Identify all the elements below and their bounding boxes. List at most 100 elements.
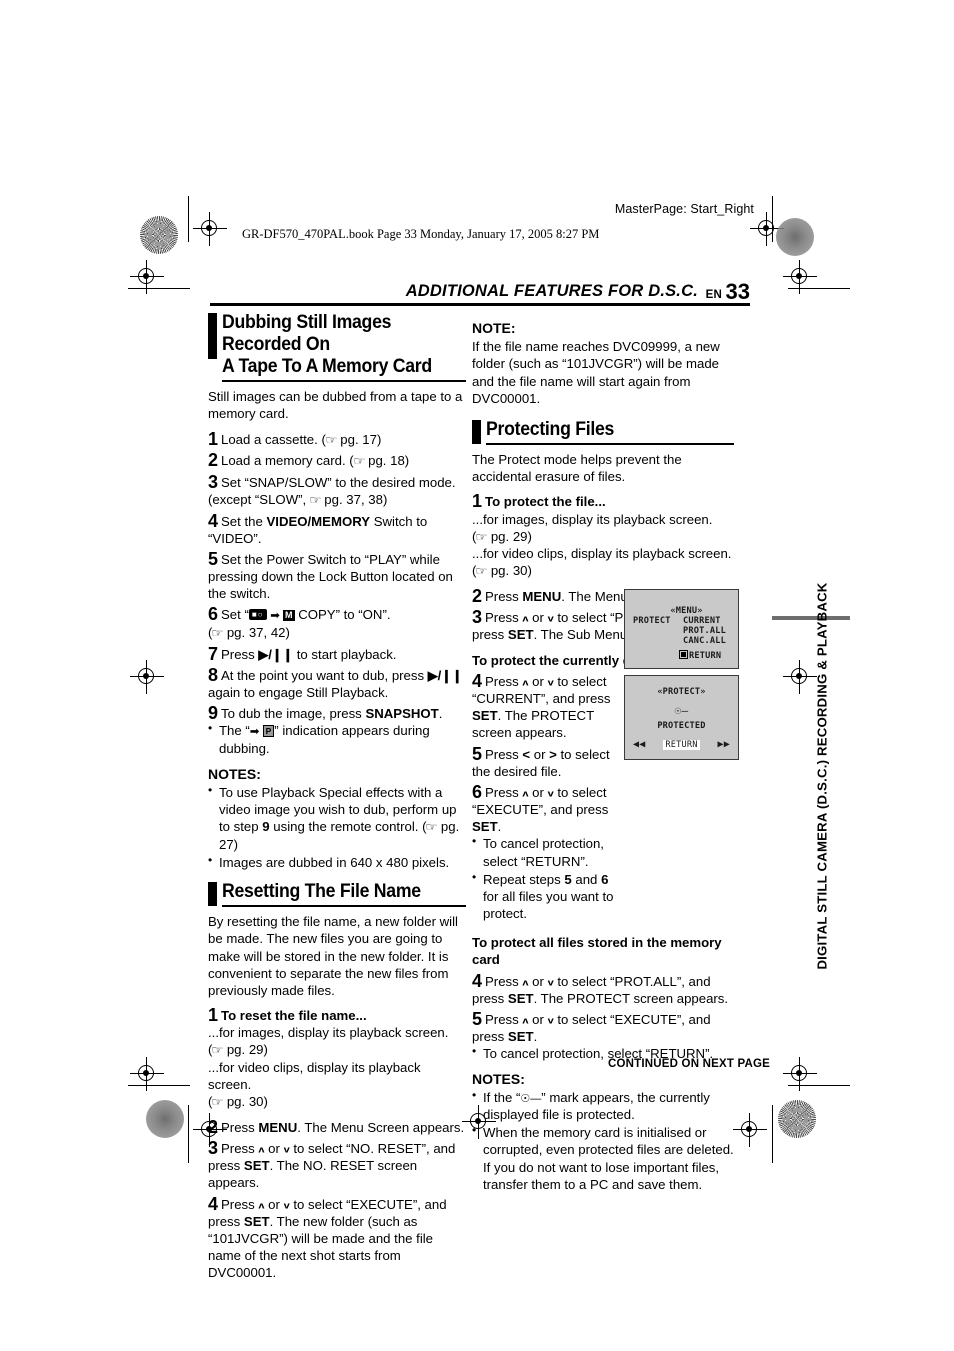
up-key-icon: ʌ (522, 977, 529, 988)
crop-rule-right-upper (788, 288, 850, 290)
arrow-right-icon: ➡ (270, 610, 280, 623)
play-pause-icon: ▶/❙❙ (258, 646, 294, 662)
protecting-notes-title: NOTES: (472, 1070, 525, 1087)
list-item: The “➡ P” indication appears during dubb… (208, 721, 466, 757)
step-number: 2 (208, 1116, 219, 1137)
lcd-menu-screen: «MENU» PROTECT CURRENT PROT.ALL CANC.ALL… (624, 589, 739, 669)
running-head-title: ADDITIONAL FEATURES FOR D.S.C. (405, 282, 698, 300)
left-column: Dubbing Still Images Recorded On A Tape … (208, 312, 466, 1283)
tape-icon: ■○ (248, 609, 267, 621)
masterpage-label: MasterPage: Start_Right (614, 202, 754, 216)
dubbing-step-3: 3 Set “SNAP/SLOW” to the desired mode. (ex… (208, 471, 456, 507)
resetting-step-3: 3 Press ʌ or v to select “NO. RESET”, and… (208, 1137, 456, 1191)
pointing-hand-icon: ☞ (211, 1043, 224, 1058)
step-number: 6 (208, 604, 219, 625)
lcd-menu-category: PROTECT (633, 616, 671, 626)
side-tab: DIGITAL STILL CAMERA (D.S.C.) RECORDING … (808, 582, 836, 969)
lcd-protect-screen: «PROTECT» ☉— PROTECTED ◀◀ RETURN ▶▶ (624, 675, 739, 760)
list-item: Images are dubbed in 640 x 480 pixels. (208, 853, 466, 871)
resetting-step-2: 2 Press MENU. The Menu Screen appears. (208, 1116, 465, 1137)
up-key-icon: ʌ (522, 1016, 529, 1026)
protecting-notes-list: If the “☉—” mark appears, the currently … (472, 1088, 734, 1193)
note-text: If the file name reaches DVC09999, a new… (472, 339, 720, 406)
file-timestamp: GR-DF570_470PAL.book Page 33 Monday, Jan… (242, 227, 600, 241)
resetting-step-1-video: ...for video clips, display its playback… (208, 1059, 421, 1110)
return-box-icon (679, 650, 688, 659)
up-key-icon: ʌ (258, 1145, 265, 1155)
halftone-patch-top-left (140, 216, 178, 254)
crop-rule-left-upper (128, 288, 190, 290)
pointing-hand-icon: ☞ (309, 492, 322, 507)
down-key-icon: v (547, 677, 554, 688)
section-bar (208, 881, 217, 906)
left-key-icon: < (522, 746, 531, 762)
up-key-icon: ʌ (522, 614, 529, 624)
protect-key-icon: ☉— (520, 1092, 542, 1105)
up-key-icon: ʌ (522, 677, 529, 688)
step-number: 4 (208, 1193, 219, 1214)
section-heading: Dubbing Still Images Recorded On A Tape … (222, 312, 432, 378)
lcd-menu-item-current: CURRENT (683, 616, 721, 626)
lcd-protect-title: «PROTECT» (657, 687, 706, 697)
step-number: 3 (208, 471, 219, 492)
snapshot-button-label: SNAPSHOT (365, 706, 439, 722)
pointing-hand-icon: ☞ (352, 454, 366, 469)
list-item: To cancel protection, select “RETURN”. (472, 834, 620, 869)
down-key-icon: v (547, 789, 554, 799)
dubbing-step-6: 6 Set “■○ ➡ M COPY” to “ON”. (☞ pg. 37, 42… (208, 604, 391, 641)
pointing-hand-icon: ☞ (475, 564, 488, 579)
resetting-step-4: 4 Press ʌ or v to select “EXECUTE”, and p… (208, 1193, 447, 1281)
dubbing-step-2: 2 Load a memory card. (☞ pg. 18) (208, 450, 410, 471)
section-bar (208, 313, 217, 359)
dubbing-notes-list: To use Playback Special effects with a v… (208, 783, 466, 871)
section-underline (222, 380, 466, 383)
protect-all-step-4: 4 Press ʌ or v to select “PROT.ALL”, and … (472, 970, 729, 1006)
set-button-label: SET (472, 708, 498, 724)
crop-mark-bottom-right-vertical (772, 1105, 774, 1163)
right-key-icon: > (549, 746, 557, 762)
memory-card-icon: M (283, 610, 295, 622)
step-number: 1 (472, 491, 483, 512)
crop-mark-top-right-vertical (772, 196, 774, 242)
set-button-label: SET (507, 990, 534, 1006)
step-number: 3 (208, 1137, 219, 1158)
video-memory-switch-label: VIDEO/MEMORY (266, 513, 371, 529)
note-title: NOTE: (472, 320, 516, 336)
step-number: 7 (208, 643, 219, 664)
step-number: 5 (208, 548, 219, 569)
protecting-intro: The Protect mode helps prevent the accid… (472, 452, 682, 485)
page-number: 33 (725, 279, 750, 304)
list-item: If the “☉—” mark appears, the currently … (472, 1088, 734, 1123)
arrow-right-icon: ➡ (249, 726, 260, 739)
running-head: ADDITIONAL FEATURES FOR D.S.C. EN 33 (210, 278, 750, 306)
dubbing-step-1: 1 Load a cassette. (☞ pg. 17) (208, 428, 382, 449)
step-number: 9 (208, 703, 219, 724)
crop-mark-bottom-left-vertical (188, 1105, 190, 1163)
section-heading: Resetting The File Name (222, 880, 421, 902)
p-indicator-icon: P (262, 725, 275, 738)
step-number: 4 (472, 970, 483, 991)
step-number: 4 (472, 670, 483, 691)
resetting-intro: By resetting the file name, a new folder… (208, 914, 458, 998)
lcd-menu-title: «MENU» (670, 606, 703, 616)
list-item: To use Playback Special effects with a v… (208, 783, 466, 853)
dubbing-step-9: 9 To dub the image, press SNAPSHOT. (208, 703, 443, 724)
halftone-patch-top-right (776, 218, 814, 256)
dubbing-step-5: 5 Set the Power Switch to “PLAY” while pr… (208, 548, 453, 602)
section-protecting-files: Protecting Files (472, 419, 734, 446)
lcd-menu-item-prot-all: PROT.ALL (683, 626, 726, 636)
subhead-protect-all: To protect all files stored in the memor… (472, 935, 722, 968)
section-dubbing-still-images: Dubbing Still Images Recorded On A Tape … (208, 312, 466, 383)
step-number: 8 (208, 665, 219, 685)
set-button-label: SET (243, 1213, 270, 1229)
dubbing-step9-bullets: The “➡ P” indication appears during dubb… (208, 721, 466, 757)
side-tab-label: DIGITAL STILL CAMERA (D.S.C.) RECORDING … (814, 582, 830, 970)
down-key-icon: v (547, 977, 554, 988)
dubbing-intro: Still images can be dubbed from a tape t… (208, 389, 463, 422)
play-pause-icon: ▶/❙❙ (427, 668, 463, 683)
registration-mark-top-left (193, 212, 227, 246)
pointing-hand-icon: ☞ (325, 432, 338, 447)
language-code: EN (705, 289, 722, 301)
lcd-menu-item-canc-all: CANC.ALL (683, 636, 726, 646)
pointing-hand-icon: ☞ (475, 529, 488, 544)
